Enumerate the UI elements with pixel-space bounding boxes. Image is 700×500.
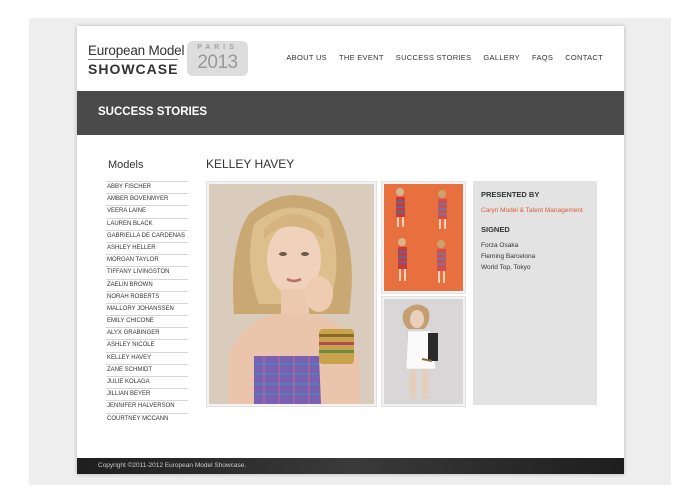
model-link[interactable]: TIFFANY LIVINGSTON — [106, 266, 188, 278]
copyright-text: Copyright ©2011-2012 European Model Show… — [98, 462, 247, 469]
agency-link[interactable]: Caryn Model & Talent Management — [481, 207, 583, 214]
signed-agency: World Top, Tokyo — [481, 264, 531, 271]
model-name-heading: KELLEY HAVEY — [206, 157, 295, 171]
logo-text-line2: SHOWCASE — [88, 59, 179, 77]
model-link[interactable]: COURTNEY MCCANN — [106, 412, 188, 425]
model-link[interactable]: NORAH ROBERTS — [106, 290, 188, 303]
badge-city: PARIS — [197, 44, 238, 51]
model-link[interactable]: LAUREN BLACK — [106, 217, 188, 230]
model-link[interactable]: ZANE SCHMIDT — [106, 363, 188, 376]
model-link[interactable]: VEERA LAINE — [106, 205, 188, 217]
section-banner: SUCCESS STORIES — [77, 91, 624, 135]
model-info-panel: PRESENTED BY Caryn Model & Talent Manage… — [473, 181, 597, 405]
model-list: ABBY FISCHER AMBER BOVENMYER VEERA LAINE… — [106, 181, 188, 425]
site-footer: Copyright ©2011-2012 European Model Show… — [77, 458, 624, 474]
model-collage-photo[interactable] — [381, 181, 466, 294]
model-link[interactable]: MORGAN TAYLOR — [106, 254, 188, 266]
collage-image — [384, 184, 463, 291]
logo-year-badge: PARIS 2013 — [187, 41, 248, 76]
site-page: European Model SHOWCASE PARIS 2013 ABOUT… — [77, 26, 624, 474]
main-nav: ABOUT US THE EVENT SUCCESS STORIES GALLE… — [286, 53, 603, 62]
logo-text-line1: European Model — [88, 43, 185, 58]
model-link[interactable]: ABBY FISCHER — [106, 181, 188, 193]
nav-about-us[interactable]: ABOUT US — [286, 53, 327, 62]
editorial-image — [384, 299, 463, 404]
badge-year: 2013 — [197, 52, 238, 73]
nav-faqs[interactable]: FAQS — [532, 53, 553, 62]
nav-the-event[interactable]: THE EVENT — [339, 53, 384, 62]
model-link[interactable]: JENNIFER HALVERSON — [106, 400, 188, 412]
model-editorial-photo[interactable] — [381, 296, 466, 407]
model-link[interactable]: ASHLEY HELLER — [106, 241, 188, 254]
site-logo[interactable]: European Model SHOWCASE PARIS 2013 — [88, 41, 248, 79]
presented-by-heading: PRESENTED BY — [481, 190, 540, 199]
model-link[interactable]: ALYX GRABINGER — [106, 327, 188, 339]
model-link[interactable]: JILLIAN BEYER — [106, 388, 188, 400]
model-link[interactable]: JULIE KOLAGA — [106, 376, 188, 388]
model-link[interactable]: MALLORY JOHANSSEN — [106, 302, 188, 315]
model-link[interactable]: AMBER BOVENMYER — [106, 193, 188, 205]
nav-success-stories[interactable]: SUCCESS STORIES — [396, 53, 472, 62]
nav-contact[interactable]: CONTACT — [565, 53, 603, 62]
portrait-image — [209, 184, 374, 404]
model-link[interactable]: ASHLEY NICOLE — [106, 339, 188, 351]
model-link[interactable]: EMILY CHICONE — [106, 315, 188, 327]
model-link-active[interactable]: KELLEY HAVEY — [106, 351, 188, 364]
signed-agency: Forza Osaka — [481, 242, 519, 249]
section-title: SUCCESS STORIES — [98, 106, 208, 118]
signed-heading: SIGNED — [481, 225, 510, 234]
nav-gallery[interactable]: GALLERY — [483, 53, 520, 62]
sidebar-title: Models — [108, 159, 144, 171]
signed-agency: Fleming Barcelona — [481, 253, 536, 260]
model-link[interactable]: GABRIELLA DE CARDENAS — [106, 229, 188, 242]
model-portrait-photo[interactable] — [206, 181, 377, 407]
model-link[interactable]: ZAELIN BROWN — [106, 278, 188, 291]
